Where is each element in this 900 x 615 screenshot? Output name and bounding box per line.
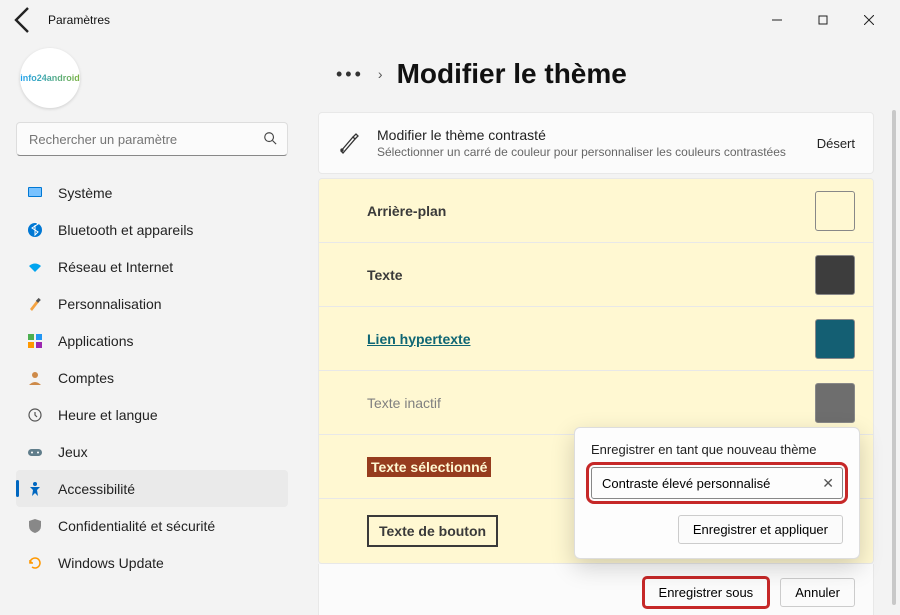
row-text: Texte	[319, 243, 873, 307]
header-title: Modifier le thème contrasté	[377, 127, 801, 143]
nav-personalization[interactable]: Personnalisation	[16, 285, 288, 322]
clear-icon[interactable]: ✕	[822, 475, 834, 492]
nav-label: Personnalisation	[58, 296, 162, 312]
swatch-hyperlink[interactable]	[815, 319, 855, 359]
palette-icon	[337, 131, 361, 155]
popup-title: Enregistrer en tant que nouveau thème	[591, 442, 843, 457]
close-button[interactable]	[846, 4, 892, 36]
theme-name-input[interactable]	[600, 475, 822, 492]
clock-icon	[26, 406, 44, 424]
minimize-button[interactable]	[754, 4, 800, 36]
search-icon	[263, 131, 277, 148]
row-background: Arrière-plan	[319, 179, 873, 243]
accessibility-icon	[26, 480, 44, 498]
nav-label: Bluetooth et appareils	[58, 222, 193, 238]
nav-accessibility[interactable]: Accessibilité	[16, 470, 288, 507]
nav-network[interactable]: Réseau et Internet	[16, 248, 288, 285]
chevron-right-icon: ›	[378, 66, 383, 82]
theme-header-card: Modifier le thème contrasté Sélectionner…	[318, 112, 874, 174]
titlebar: Paramètres	[0, 0, 900, 40]
breadcrumb-ellipsis[interactable]: •••	[336, 64, 364, 85]
breadcrumb: ••• › Modifier le thème	[336, 58, 874, 90]
search-input[interactable]	[27, 131, 263, 148]
avatar[interactable]: info24android	[20, 48, 80, 108]
action-bar: Enregistrer sous Annuler	[318, 564, 874, 615]
nav-bluetooth[interactable]: Bluetooth et appareils	[16, 211, 288, 248]
nav-label: Système	[58, 185, 112, 201]
nav-label: Heure et langue	[58, 407, 158, 423]
save-as-popup: Enregistrer en tant que nouveau thème ✕ …	[574, 427, 860, 559]
apps-icon	[26, 332, 44, 350]
page-title: Modifier le thème	[397, 58, 627, 90]
nav-label: Applications	[58, 333, 134, 349]
person-icon	[26, 369, 44, 387]
brush-icon	[26, 295, 44, 313]
save-apply-button[interactable]: Enregistrer et appliquer	[678, 515, 843, 544]
nav-accounts[interactable]: Comptes	[16, 359, 288, 396]
nav-label: Réseau et Internet	[58, 259, 173, 275]
system-icon	[26, 184, 44, 202]
swatch-inactive[interactable]	[815, 383, 855, 423]
bluetooth-icon	[26, 221, 44, 239]
nav-label: Windows Update	[58, 555, 164, 571]
wifi-icon	[26, 258, 44, 276]
nav-gaming[interactable]: Jeux	[16, 433, 288, 470]
swatch-background[interactable]	[815, 191, 855, 231]
back-button[interactable]	[8, 4, 40, 36]
theme-name-field[interactable]: ✕	[591, 467, 843, 499]
shield-icon	[26, 517, 44, 535]
search-box[interactable]	[16, 122, 288, 156]
nav-windows-update[interactable]: Windows Update	[16, 544, 288, 581]
preset-name: Désert	[817, 136, 855, 151]
sidebar: info24android Système Bluetooth et appar…	[0, 40, 300, 615]
nav-privacy[interactable]: Confidentialité et sécurité	[16, 507, 288, 544]
gamepad-icon	[26, 443, 44, 461]
row-label: Texte	[367, 267, 815, 283]
row-label: Texte de bouton	[367, 515, 498, 547]
nav-label: Jeux	[58, 444, 88, 460]
row-label: Arrière-plan	[367, 203, 815, 219]
row-label: Texte sélectionné	[367, 457, 491, 477]
avatar-text: info24android	[20, 73, 80, 83]
row-label: Lien hypertexte	[367, 331, 815, 347]
nav-list: Système Bluetooth et appareils Réseau et…	[16, 174, 288, 581]
row-label: Texte inactif	[367, 395, 815, 411]
save-as-button[interactable]: Enregistrer sous	[644, 578, 769, 607]
swatch-text[interactable]	[815, 255, 855, 295]
row-inactive-text: Texte inactif	[319, 371, 873, 435]
nav-time-language[interactable]: Heure et langue	[16, 396, 288, 433]
update-icon	[26, 554, 44, 572]
maximize-button[interactable]	[800, 4, 846, 36]
nav-label: Accessibilité	[58, 481, 135, 497]
nav-label: Confidentialité et sécurité	[58, 518, 215, 534]
main-content: ••• › Modifier le thème Modifier le thèm…	[300, 40, 900, 615]
nav-system[interactable]: Système	[16, 174, 288, 211]
nav-apps[interactable]: Applications	[16, 322, 288, 359]
nav-label: Comptes	[58, 370, 114, 386]
cancel-button[interactable]: Annuler	[780, 578, 855, 607]
app-title: Paramètres	[48, 13, 110, 27]
row-hyperlink: Lien hypertexte	[319, 307, 873, 371]
header-description: Sélectionner un carré de couleur pour pe…	[377, 145, 801, 159]
